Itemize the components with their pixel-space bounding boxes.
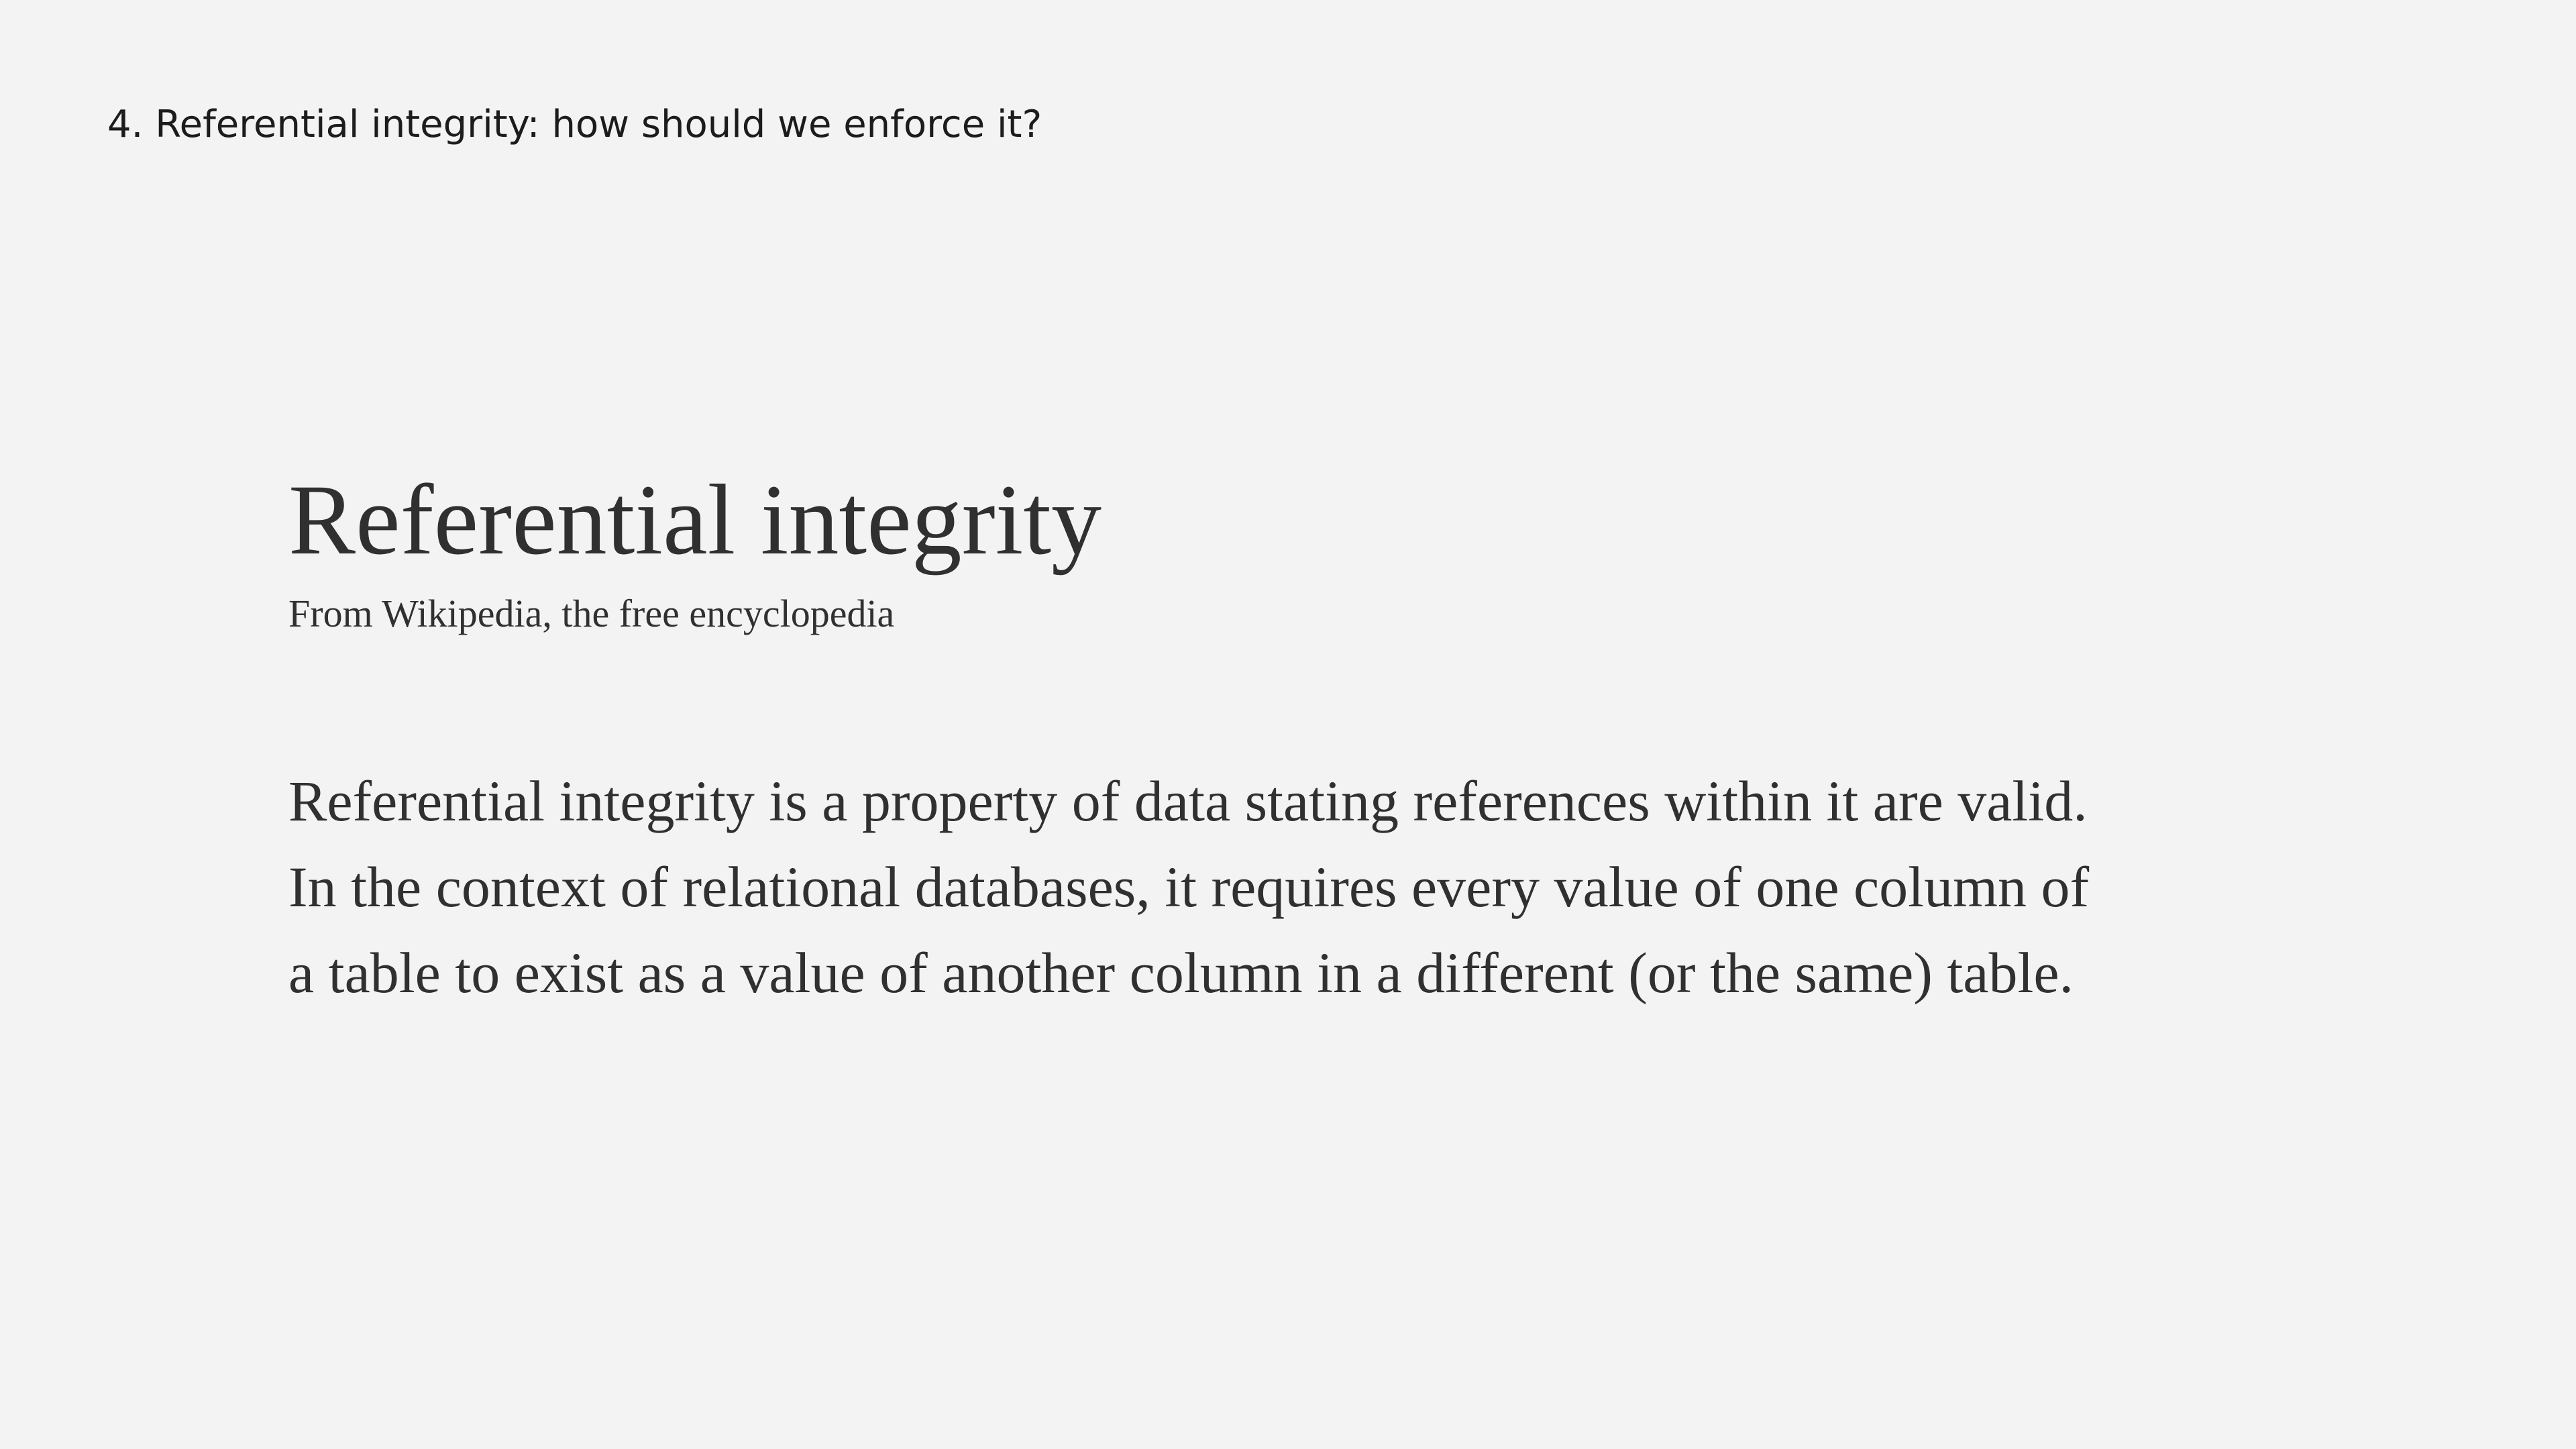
article-body-line: a table to exist as a value of another c… bbox=[288, 941, 2074, 1005]
article-title: Referential integrity bbox=[288, 464, 1102, 576]
article-body-line: Referential integrity is a property of d… bbox=[288, 769, 2088, 833]
slide-header: 4. Referential integrity: how should we … bbox=[107, 103, 1042, 146]
article-excerpt: Referential integrity From Wikipedia, th… bbox=[288, 463, 2301, 1016]
article-body: Referential integrity is a property of d… bbox=[288, 758, 2301, 1016]
article-source: From Wikipedia, the free encyclopedia bbox=[288, 592, 895, 635]
article-body-line: In the context of relational databases, … bbox=[288, 855, 2090, 919]
